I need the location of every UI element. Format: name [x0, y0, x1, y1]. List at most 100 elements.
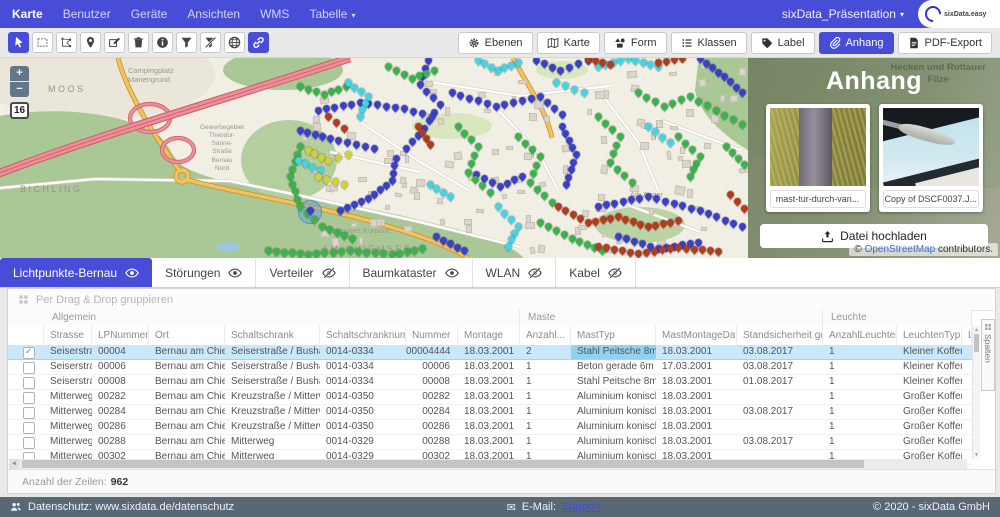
cell-lpnummer: 00004 — [92, 345, 149, 359]
column-header-masttyp[interactable]: MastTyp — [571, 326, 656, 345]
menu-item-tabelle[interactable]: Tabelle▾ — [309, 7, 355, 21]
row-checkbox[interactable] — [23, 362, 35, 374]
view-button-label: Ebenen — [485, 37, 523, 49]
row-checkbox[interactable] — [23, 392, 35, 404]
eye-icon[interactable] — [445, 266, 459, 280]
tab-lichtpunkte-bernau[interactable]: Lichtpunkte-Bernau — [0, 258, 152, 287]
menu-item-ansichten[interactable]: Ansichten — [187, 7, 240, 21]
zoom-out-button[interactable]: − — [10, 82, 29, 97]
zoom-level-badge: 16 — [10, 102, 29, 119]
attachment-thumbnail[interactable] — [770, 108, 866, 186]
view-button-label: Label — [778, 37, 805, 49]
horizontal-scroll-thumb[interactable] — [22, 460, 864, 468]
table-row[interactable]: Mitterweg00282Bernau am ChiemseeKreuzstr… — [8, 390, 972, 405]
info-tool[interactable] — [152, 32, 173, 53]
anhang-button[interactable]: Anhang — [819, 32, 894, 54]
scroll-down-icon[interactable]: ▼ — [973, 452, 980, 458]
menu-item-geräte[interactable]: Geräte — [131, 7, 168, 21]
menu-item-wms[interactable]: WMS — [260, 7, 289, 21]
tab-wlan[interactable]: WLAN — [473, 258, 557, 287]
cell-schaltschranknummer: 0014-0350 — [320, 390, 406, 404]
column-header-mastmontagedatum[interactable]: MastMontageDatum — [656, 326, 737, 345]
filter-tool[interactable] — [176, 32, 197, 53]
cell-anzahlleuchten: 1 — [823, 420, 897, 434]
attachment-card[interactable]: Copy of DSCF0037.J... — [879, 104, 983, 212]
klassen-button[interactable]: Klassen — [671, 32, 747, 54]
column-header-schaltschranknummer[interactable]: Schaltschranknummer — [320, 326, 406, 345]
column-chooser-tab[interactable]: Spalten — [981, 319, 995, 391]
openstreetmap-link[interactable]: OpenStreetMap — [865, 244, 936, 255]
eye-slash-icon[interactable] — [322, 266, 336, 280]
row-checkbox[interactable] — [23, 377, 35, 389]
cell-strasse: Mitterweg — [44, 405, 92, 419]
table-row[interactable]: Mitterweg00284Bernau am ChiemseeKreuzstr… — [8, 405, 972, 420]
clear-filter-tool[interactable] — [200, 32, 221, 53]
vertical-scrollbar[interactable]: ▲ ▼ — [972, 326, 980, 459]
column-header-schaltschrank[interactable]: Schaltschrank — [225, 326, 320, 345]
globe-icon — [228, 36, 241, 49]
cell-lpnummer: 00286 — [92, 420, 149, 434]
eye-icon[interactable] — [228, 266, 242, 280]
eye-icon[interactable] — [125, 266, 139, 280]
column-header-standsicherheit-gepr-[interactable]: Standsicherheit gepr. — [737, 326, 823, 345]
tab-kabel[interactable]: Kabel — [556, 258, 636, 287]
eye-slash-icon[interactable] — [608, 266, 622, 280]
select-tool[interactable] — [8, 32, 29, 53]
delete-tool[interactable] — [128, 32, 149, 53]
menu-item-karte[interactable]: Karte — [12, 7, 43, 21]
table-row[interactable]: Seiserstraße00008Bernau am ChiemseeSeise… — [8, 375, 972, 390]
karte-button[interactable]: Karte — [537, 32, 600, 54]
tab-baumkataster[interactable]: Baumkataster — [350, 258, 473, 287]
column-header-le-[interactable]: Le... — [962, 326, 972, 345]
support-link[interactable]: Support — [562, 501, 601, 513]
row-checkbox[interactable] — [23, 407, 35, 419]
scroll-up-icon[interactable]: ▲ — [973, 327, 980, 333]
tab-störungen[interactable]: Störungen — [152, 258, 256, 287]
edit-tool[interactable] — [104, 32, 125, 53]
eye-slash-icon[interactable] — [528, 266, 542, 280]
row-checkbox[interactable] — [23, 347, 35, 359]
map-building — [517, 190, 525, 194]
rectangle-select-tool[interactable] — [32, 32, 53, 53]
menu-item-benutzer[interactable]: Benutzer — [63, 7, 111, 21]
column-header-checkbox[interactable] — [8, 326, 44, 345]
vertical-scroll-thumb[interactable] — [974, 334, 979, 352]
column-header-ort[interactable]: Ort — [149, 326, 225, 345]
column-header-anzahlleuchten[interactable]: AnzahlLeuchten — [823, 326, 897, 345]
table-row[interactable]: Seiserstraße00004Bernau am ChiemseeSeise… — [8, 345, 972, 360]
column-header-anzahl-[interactable]: Anzahl... — [520, 326, 571, 345]
table-row[interactable]: Seiserstraße00006Bernau am ChiemseeSeise… — [8, 360, 972, 375]
attachment-card[interactable]: mast-tur-durch-van... — [766, 104, 870, 212]
cell-schaltschrank: Seiserstraße / Bushaltestelle — [225, 375, 320, 389]
column-header-strasse[interactable]: Strasse — [44, 326, 92, 345]
group-by-drop-zone[interactable]: Per Drag & Drop gruppieren — [8, 289, 995, 311]
column-header-leuchtentyp[interactable]: LeuchtenTyp — [897, 326, 962, 345]
cell-schaltschrank: Mitterweg — [225, 435, 320, 449]
column-header-lpnummer[interactable]: LPNummer — [92, 326, 149, 345]
label-button[interactable]: Label — [751, 32, 815, 54]
workspace-selector[interactable]: sixData_Präsentation ▾ — [782, 7, 904, 21]
table-row[interactable]: Mitterweg00288Bernau am ChiemseeMitterwe… — [8, 435, 972, 450]
column-header-nummer[interactable]: Nummer — [406, 326, 458, 345]
horizontal-scrollbar[interactable]: ◄ — [9, 459, 967, 469]
map-canvas[interactable]: MOOSBICHLINGCampingplatz MariengrundGewe… — [0, 58, 1000, 258]
row-checkbox[interactable] — [23, 422, 35, 434]
pdf-export-button[interactable]: PDF-Export — [898, 32, 992, 54]
scroll-left-icon[interactable]: ◄ — [9, 459, 19, 469]
row-checkbox[interactable] — [23, 437, 35, 449]
table-row[interactable]: Mitterweg00286Bernau am ChiemseeKreuzstr… — [8, 420, 972, 435]
add-marker-tool[interactable] — [80, 32, 101, 53]
form-button[interactable]: Form — [604, 32, 667, 54]
zoom-in-button[interactable]: + — [10, 66, 29, 81]
map-building — [537, 245, 545, 254]
column-header-montage[interactable]: Montage — [458, 326, 520, 345]
tab-verteiler[interactable]: Verteiler — [256, 258, 349, 287]
polygon-select-tool[interactable] — [56, 32, 77, 53]
ebenen-button[interactable]: Ebenen — [458, 32, 533, 54]
app-root: KarteBenutzerGeräteAnsichtenWMSTabelle▾ … — [0, 0, 1000, 517]
privacy-link[interactable]: Datenschutz: www.sixdata.de/datenschutz — [10, 501, 234, 513]
cell-masttyp: Aluminium konisch 8m — [571, 405, 656, 419]
globe-tool[interactable] — [224, 32, 245, 53]
link-tool[interactable] — [248, 32, 269, 53]
attachment-thumbnail[interactable] — [883, 108, 979, 186]
